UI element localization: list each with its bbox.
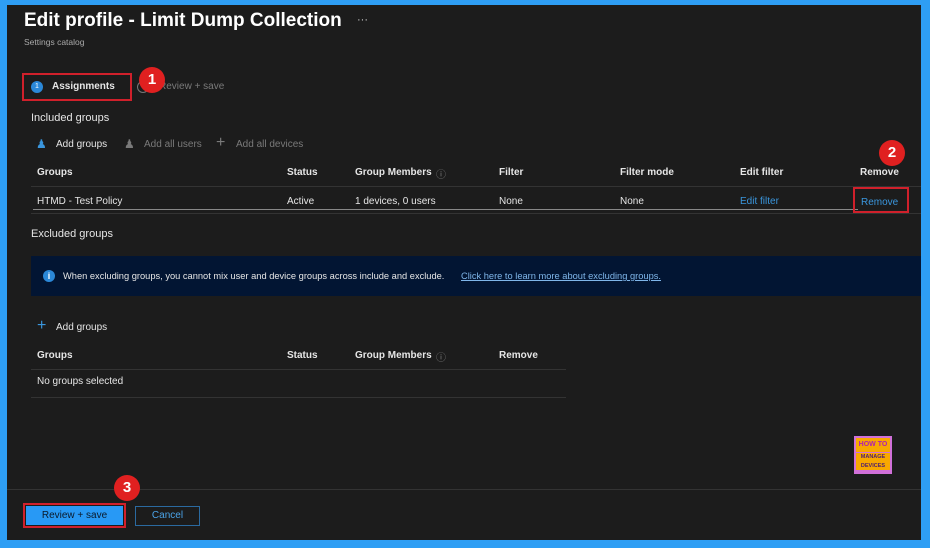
learn-more-link[interactable]: Click here to learn more about excluding… — [461, 271, 661, 281]
footer-divider — [7, 489, 921, 490]
info-icon[interactable]: ⓘ — [436, 166, 446, 181]
group-name: HTMD - Test Policy — [37, 196, 123, 207]
step-label: Review + save — [159, 81, 225, 92]
info-banner: i When excluding groups, you cannot mix … — [31, 256, 921, 296]
logo-line: HOW TO — [856, 438, 890, 452]
logo-line: DEVICES — [856, 462, 890, 470]
review-save-button[interactable]: Review + save — [26, 506, 123, 525]
edit-filter-link[interactable]: Edit filter — [740, 196, 779, 207]
add-user-icon: ♟ — [36, 137, 47, 151]
members: 1 devices, 0 users — [355, 196, 436, 207]
callout-badge: 2 — [879, 140, 905, 166]
cancel-button[interactable]: Cancel — [135, 506, 200, 526]
row-underline — [33, 209, 858, 210]
highlight-remove — [853, 187, 909, 213]
column-header: Group Members — [355, 167, 432, 178]
info-text: When excluding groups, you cannot mix us… — [63, 271, 445, 281]
users-icon: ♟ — [124, 137, 135, 151]
divider — [31, 369, 566, 370]
callout-badge: 3 — [114, 475, 140, 501]
divider — [31, 213, 921, 214]
column-header: Edit filter — [740, 167, 784, 178]
add-excluded-groups-button[interactable]: Add groups — [56, 322, 107, 333]
column-header: Remove — [499, 350, 538, 361]
column-header: Groups — [37, 350, 73, 361]
plus-icon: + — [216, 134, 226, 151]
column-header: Status — [287, 167, 318, 178]
included-groups-heading: Included groups — [31, 112, 110, 124]
divider — [31, 397, 566, 398]
add-all-users-button[interactable]: Add all users — [144, 139, 202, 150]
filter-mode: None — [620, 196, 644, 207]
plus-icon: + — [37, 317, 47, 334]
divider — [31, 186, 921, 187]
logo-line: MANAGE — [856, 453, 890, 462]
column-header: Remove — [860, 167, 899, 178]
column-header: Filter mode — [620, 167, 674, 178]
step-label: Assignments — [52, 81, 115, 92]
column-header: Groups — [37, 167, 73, 178]
add-all-devices-button[interactable]: Add all devices — [236, 139, 303, 150]
column-header: Group Members — [355, 350, 432, 361]
empty-state: No groups selected — [37, 376, 124, 387]
page-title: Edit profile - Limit Dump Collection — [24, 10, 342, 31]
more-options-button[interactable]: ··· — [357, 14, 368, 26]
add-groups-button[interactable]: Add groups — [56, 139, 107, 150]
status: Active — [287, 196, 315, 207]
filter: None — [499, 196, 523, 207]
info-icon[interactable]: ⓘ — [436, 349, 446, 364]
step-number-icon: 1 — [31, 81, 43, 93]
info-icon: i — [43, 270, 55, 282]
excluded-groups-heading: Excluded groups — [31, 228, 113, 240]
column-header: Status — [287, 350, 318, 361]
htmd-logo: HOW TO MANAGE DEVICES — [854, 436, 892, 474]
column-header: Filter — [499, 167, 524, 178]
page-subtitle: Settings catalog — [24, 37, 85, 47]
callout-badge: 1 — [139, 67, 165, 93]
